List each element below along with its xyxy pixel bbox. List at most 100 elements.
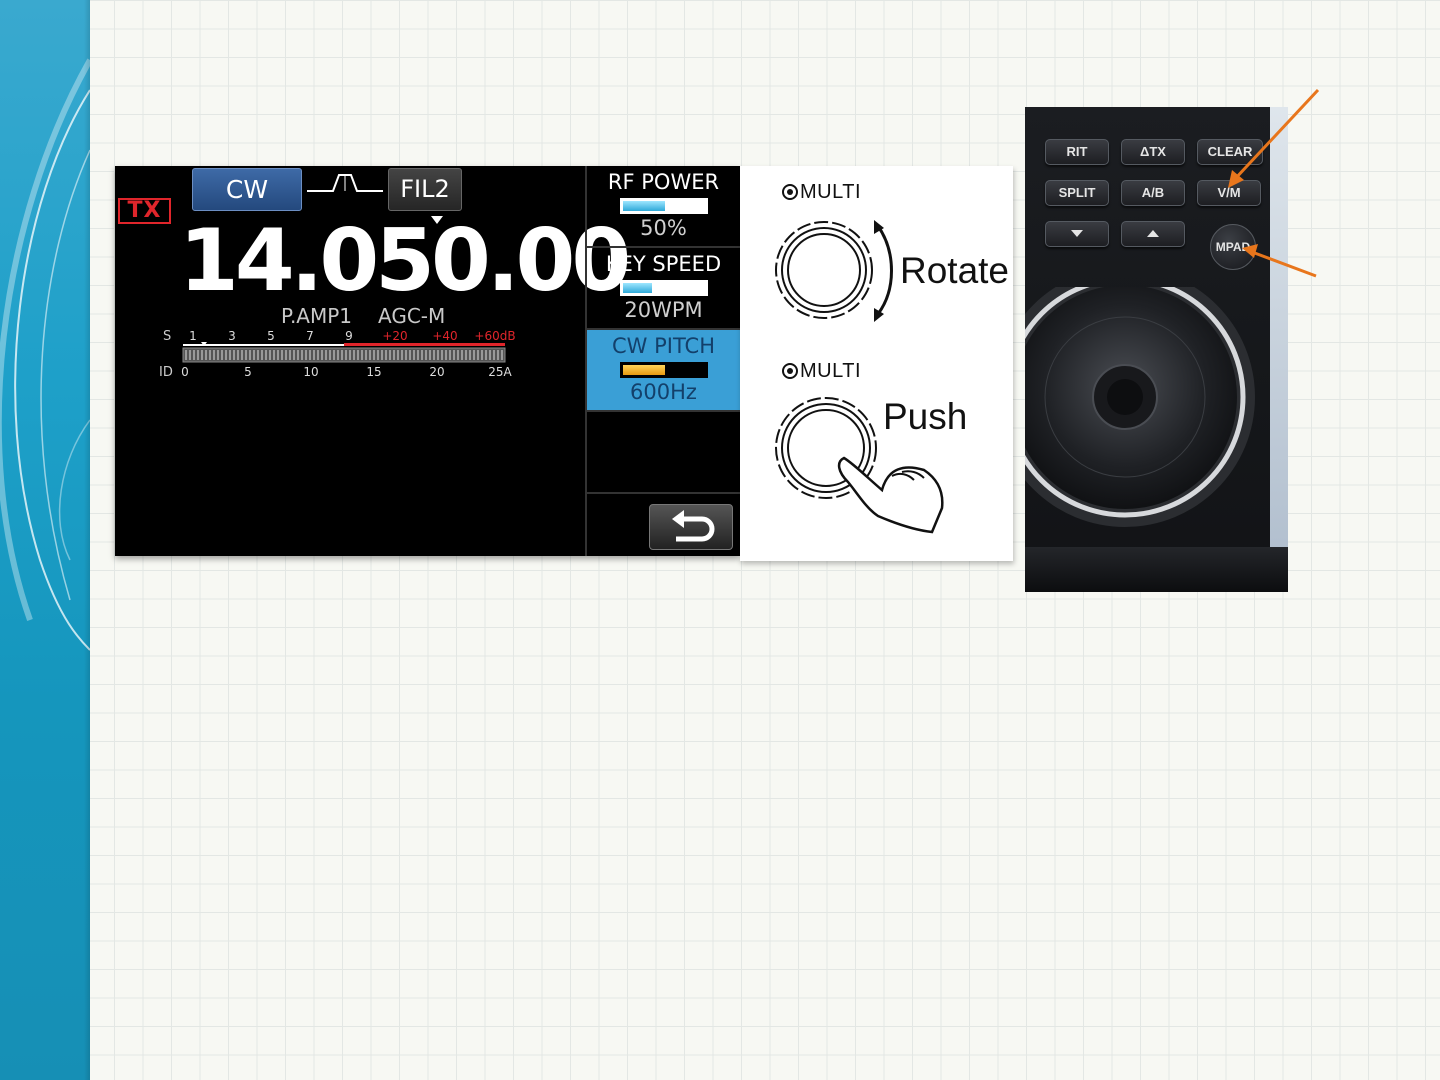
meter-segment bbox=[313, 350, 315, 360]
meter-s-tick: 5 bbox=[267, 329, 275, 343]
agc-status: AGC-M bbox=[378, 304, 446, 328]
meter-segment bbox=[385, 350, 387, 360]
meter-segment bbox=[357, 350, 359, 360]
menu-item-label: CW PITCH bbox=[611, 334, 715, 358]
up-key[interactable] bbox=[1121, 221, 1185, 247]
meter-bar bbox=[182, 347, 506, 363]
rotate-knob-icon bbox=[775, 220, 893, 322]
meter-segment bbox=[489, 350, 491, 360]
key-speed-bar bbox=[619, 280, 708, 296]
meter-segment bbox=[421, 350, 423, 360]
meter-segment bbox=[433, 350, 435, 360]
meter-segment bbox=[277, 350, 279, 360]
delta-tx-key[interactable]: ΔTX bbox=[1121, 139, 1185, 165]
meter-segment bbox=[229, 350, 231, 360]
meter-id-tick: 0 bbox=[181, 365, 189, 379]
filter-button[interactable]: FIL2 bbox=[388, 168, 462, 211]
back-button[interactable] bbox=[649, 504, 733, 550]
down-key[interactable] bbox=[1045, 221, 1109, 247]
meter-segment bbox=[441, 350, 443, 360]
rf-power-bar bbox=[619, 198, 708, 214]
meter-segment bbox=[293, 350, 295, 360]
meter-segment bbox=[309, 350, 311, 360]
meter-segment bbox=[241, 350, 243, 360]
menu-item-value: 20WPM bbox=[624, 298, 703, 322]
meter-segment bbox=[381, 350, 383, 360]
meter-segment bbox=[285, 350, 287, 360]
meter-segment bbox=[185, 350, 187, 360]
menu-item-cw-pitch[interactable]: CW PITCH 600Hz bbox=[587, 330, 740, 412]
meter-segment bbox=[221, 350, 223, 360]
meter-segment bbox=[469, 350, 471, 360]
s-plus-scale-ticks: +20 +40 +60dB bbox=[382, 329, 515, 343]
meter-segment bbox=[405, 350, 407, 360]
meter-segment bbox=[253, 350, 255, 360]
meter-segment bbox=[257, 350, 259, 360]
meter-segment bbox=[477, 350, 479, 360]
multi-rotate-label: MULTI bbox=[782, 181, 861, 204]
meter-segment bbox=[413, 350, 415, 360]
cw-pitch-bar bbox=[619, 362, 708, 378]
rit-key[interactable]: RIT bbox=[1045, 139, 1109, 165]
menu-item-key-speed[interactable]: KEY SPEED 20WPM bbox=[587, 248, 740, 330]
meter-segment bbox=[297, 350, 299, 360]
meter-s-plus-tick: +40 bbox=[432, 329, 457, 343]
meter-segment bbox=[353, 350, 355, 360]
meter-s-tick: 1 bbox=[189, 329, 197, 343]
meter-segment bbox=[373, 350, 375, 360]
meter-segment bbox=[425, 350, 427, 360]
meter-segment bbox=[465, 350, 467, 360]
split-key[interactable]: SPLIT bbox=[1045, 180, 1109, 206]
menu-item-value: 50% bbox=[640, 216, 687, 240]
meter-id-tick: 20 bbox=[429, 365, 444, 379]
meter-segment bbox=[305, 350, 307, 360]
ab-key[interactable]: A/B bbox=[1121, 180, 1185, 206]
menu-item-value: 600Hz bbox=[630, 380, 697, 404]
meter-id-tick: 5 bbox=[244, 365, 252, 379]
id-scale-ticks: 0 5 10 15 20 25A bbox=[181, 365, 512, 379]
meter-segment bbox=[225, 350, 227, 360]
filter-shape-icon bbox=[307, 174, 383, 192]
meter-segment bbox=[497, 350, 499, 360]
meter-red-zone bbox=[344, 343, 505, 346]
rotate-text: Rotate bbox=[900, 250, 1010, 291]
frequency-readout: 14.050.00 bbox=[179, 211, 631, 311]
triangle-up-icon bbox=[1147, 230, 1159, 237]
meter-id-tick: 15 bbox=[366, 365, 381, 379]
meter-segment bbox=[201, 350, 203, 360]
meter-segment bbox=[493, 350, 495, 360]
meter-segment bbox=[361, 350, 363, 360]
meter-segment bbox=[389, 350, 391, 360]
meter-segment bbox=[501, 350, 503, 360]
triangle-down-icon bbox=[1071, 230, 1083, 237]
meter-segment bbox=[345, 350, 347, 360]
meter-segment bbox=[341, 350, 343, 360]
meter-segment bbox=[325, 350, 327, 360]
tx-indicator: TX bbox=[118, 198, 171, 224]
meter-segment bbox=[189, 350, 191, 360]
menu-item-label: KEY SPEED bbox=[605, 252, 722, 276]
meter-segment bbox=[337, 350, 339, 360]
meter-segment bbox=[245, 350, 247, 360]
meter-segment bbox=[317, 350, 319, 360]
menu-item-empty bbox=[587, 412, 740, 494]
menu-item-rf-power[interactable]: RF POWER 50% bbox=[587, 166, 740, 248]
meter-segment bbox=[409, 350, 411, 360]
annotation-arrows bbox=[1228, 88, 1320, 278]
meter-s-tick: 7 bbox=[306, 329, 314, 343]
meter-segment bbox=[397, 350, 399, 360]
meter-segment bbox=[349, 350, 351, 360]
meter-s-tick: 3 bbox=[228, 329, 236, 343]
menu-item-label: RF POWER bbox=[607, 170, 720, 194]
meter-segment bbox=[217, 350, 219, 360]
meter-segment bbox=[369, 350, 371, 360]
meter-segment bbox=[205, 350, 207, 360]
mode-button[interactable]: CW bbox=[192, 168, 302, 211]
knob-symbol-icon bbox=[782, 363, 798, 379]
signal-meter: S 1 3 5 7 9 +20 +40 +60dB ID 0 5 10 15 20 25A bbox=[159, 329, 516, 380]
main-dial-icon bbox=[1025, 287, 1255, 527]
meter-s-label: S bbox=[163, 329, 171, 344]
arrow-to-vm-icon bbox=[1232, 88, 1320, 182]
meter-segment bbox=[485, 350, 487, 360]
menu-column: RF POWER 50% KEY SPEED 20WPM CW PITCH 60… bbox=[585, 166, 740, 556]
